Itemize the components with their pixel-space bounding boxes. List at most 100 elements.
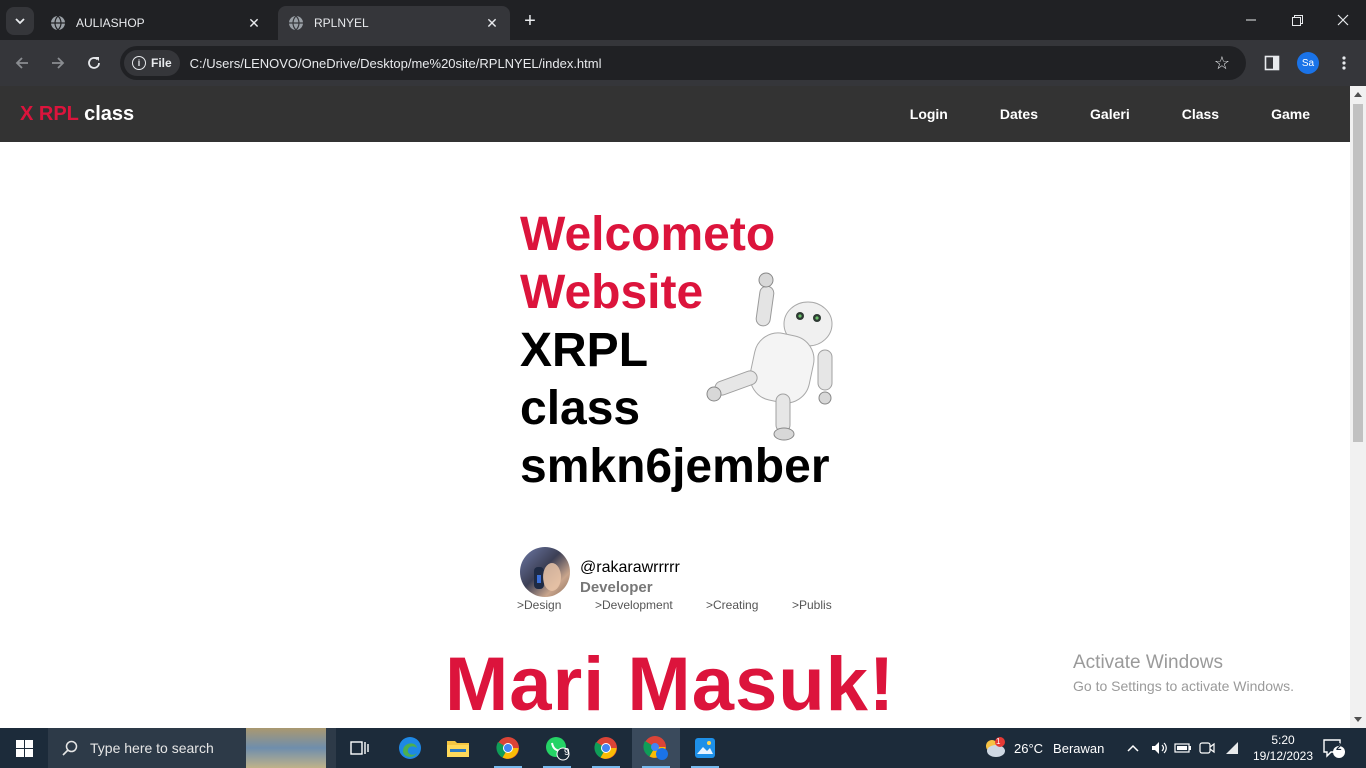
windows-logo-icon [15, 739, 33, 757]
watermark-subtitle: Go to Settings to activate Windows. [1073, 678, 1294, 694]
skill-design: >Design [517, 598, 562, 612]
chrome-app[interactable] [484, 728, 532, 768]
activate-windows-watermark: Activate Windows Go to Settings to activ… [1073, 652, 1294, 694]
developer-avatar [520, 547, 570, 597]
scroll-thumb[interactable] [1353, 104, 1363, 442]
site-info-chip[interactable]: i File [124, 50, 180, 76]
tab-title: RPLNYEL [314, 16, 369, 30]
nav-game-link[interactable]: Game [1271, 106, 1310, 122]
side-panel-icon [1264, 55, 1280, 71]
system-tray [1126, 728, 1242, 768]
close-icon[interactable]: ✕ [484, 15, 500, 31]
search-highlight-image [246, 728, 326, 768]
profile-avatar[interactable]: Sa [1297, 52, 1319, 74]
clock-time: 5:20 [1271, 733, 1295, 747]
site-navbar: X RPL class Login Dates Galeri Class Gam… [0, 86, 1350, 142]
hero-line-welcome: Welcometo [520, 208, 776, 261]
weather-temp: 26°C [1014, 740, 1044, 756]
edge-app[interactable] [386, 728, 434, 768]
taskbar-search[interactable]: Type here to search [48, 728, 336, 768]
globe-icon [50, 15, 66, 31]
tab-rplnyel[interactable]: RPLNYEL ✕ [278, 6, 510, 40]
weather-desc: Berawan [1053, 740, 1105, 756]
folder-icon [447, 741, 469, 757]
chevron-up-icon[interactable] [1126, 743, 1140, 753]
chrome-profile-app[interactable] [632, 728, 680, 768]
nav-links: Login Dates Galeri Class Game [858, 86, 1310, 142]
meet-now-icon[interactable] [1198, 740, 1216, 756]
close-window-button[interactable] [1320, 0, 1366, 40]
logo-text: class [84, 103, 135, 125]
weather-badge: 1 [996, 737, 1001, 746]
page-viewport: X RPL class Login Dates Galeri Class Gam… [0, 86, 1350, 728]
reload-button[interactable] [80, 49, 108, 77]
url-text[interactable]: C:/Users/LENOVO/OneDrive/Desktop/me%20si… [190, 56, 1208, 71]
hero-line-school: smkn6jember [520, 440, 830, 493]
developer-handle: @rakarawrrrrr [580, 559, 680, 576]
tab-search-button[interactable] [6, 7, 34, 35]
browser-toolbar: i File C:/Users/LENOVO/OneDrive/Desktop/… [0, 40, 1366, 86]
developer-role: Developer [580, 579, 653, 596]
restore-icon [1291, 14, 1303, 26]
paint-app[interactable] [681, 728, 729, 768]
cta-heading: Mari Masuk! [445, 642, 896, 727]
search-placeholder: Type here to search [90, 740, 214, 756]
tab-title: AULIASHOP [76, 16, 145, 30]
photos-icon [695, 738, 715, 758]
info-icon: i [132, 56, 146, 70]
notification-icon [1323, 739, 1345, 758]
whatsapp-badge: 9 [564, 747, 570, 758]
whatsapp-app[interactable]: 9 [533, 728, 581, 768]
new-tab-button[interactable]: + [518, 9, 542, 33]
menu-button[interactable] [1330, 49, 1358, 77]
bookmark-star-icon[interactable]: ☆ [1208, 49, 1236, 77]
minimize-button[interactable] [1228, 0, 1274, 40]
skill-development: >Development [595, 598, 673, 612]
task-view-button[interactable] [336, 728, 384, 768]
site-logo[interactable]: X RPL class [20, 103, 134, 126]
weather-widget[interactable]: 1 26°C Berawan [982, 728, 1104, 768]
notification-center[interactable]: 2 [1322, 728, 1346, 768]
chrome-icon [594, 737, 617, 759]
cloudy-weather-icon [986, 737, 1005, 757]
scroll-down-arrow-icon[interactable] [1354, 717, 1362, 722]
chevron-down-icon [15, 18, 25, 25]
notification-count: 2 [1336, 742, 1342, 753]
close-icon [1337, 14, 1349, 26]
arrow-right-icon [52, 57, 65, 69]
watermark-title: Activate Windows [1073, 652, 1223, 673]
chrome-icon [496, 737, 519, 759]
restore-button[interactable] [1274, 0, 1320, 40]
kebab-menu-icon [1342, 56, 1346, 70]
address-bar[interactable]: i File C:/Users/LENOVO/OneDrive/Desktop/… [120, 46, 1246, 80]
file-explorer-app[interactable] [434, 728, 482, 768]
back-button[interactable] [8, 49, 36, 77]
nav-login-link[interactable]: Login [910, 106, 948, 122]
close-icon[interactable]: ✕ [246, 15, 262, 31]
scroll-up-arrow-icon[interactable] [1354, 92, 1362, 97]
forward-button[interactable] [44, 49, 72, 77]
battery-icon[interactable] [1174, 741, 1192, 755]
side-panel-button[interactable] [1258, 49, 1286, 77]
nav-galeri-link[interactable]: Galeri [1090, 106, 1130, 122]
arrow-left-icon [15, 57, 28, 69]
taskbar-clock[interactable]: 5:20 19/12/2023 [1250, 732, 1316, 764]
logo-accent: X RPL [20, 103, 79, 125]
search-icon [62, 740, 78, 756]
globe-icon [288, 15, 304, 31]
chrome-app-2[interactable] [582, 728, 630, 768]
nav-class-link[interactable]: Class [1182, 106, 1219, 122]
chrome-profile-icon [643, 736, 668, 760]
reload-icon [88, 57, 100, 69]
skill-publis: >Publis [792, 598, 832, 612]
minimize-icon [1246, 19, 1256, 21]
task-view-icon [350, 741, 369, 755]
skill-creating: >Creating [706, 598, 759, 612]
page-scrollbar[interactable] [1350, 86, 1366, 728]
start-button[interactable] [0, 728, 48, 768]
network-icon[interactable] [1224, 740, 1242, 756]
tab-auliashop[interactable]: AULIASHOP ✕ [40, 6, 272, 40]
android-robot-illustration [706, 272, 833, 441]
volume-icon[interactable] [1150, 740, 1168, 756]
nav-dates-link[interactable]: Dates [1000, 106, 1038, 122]
